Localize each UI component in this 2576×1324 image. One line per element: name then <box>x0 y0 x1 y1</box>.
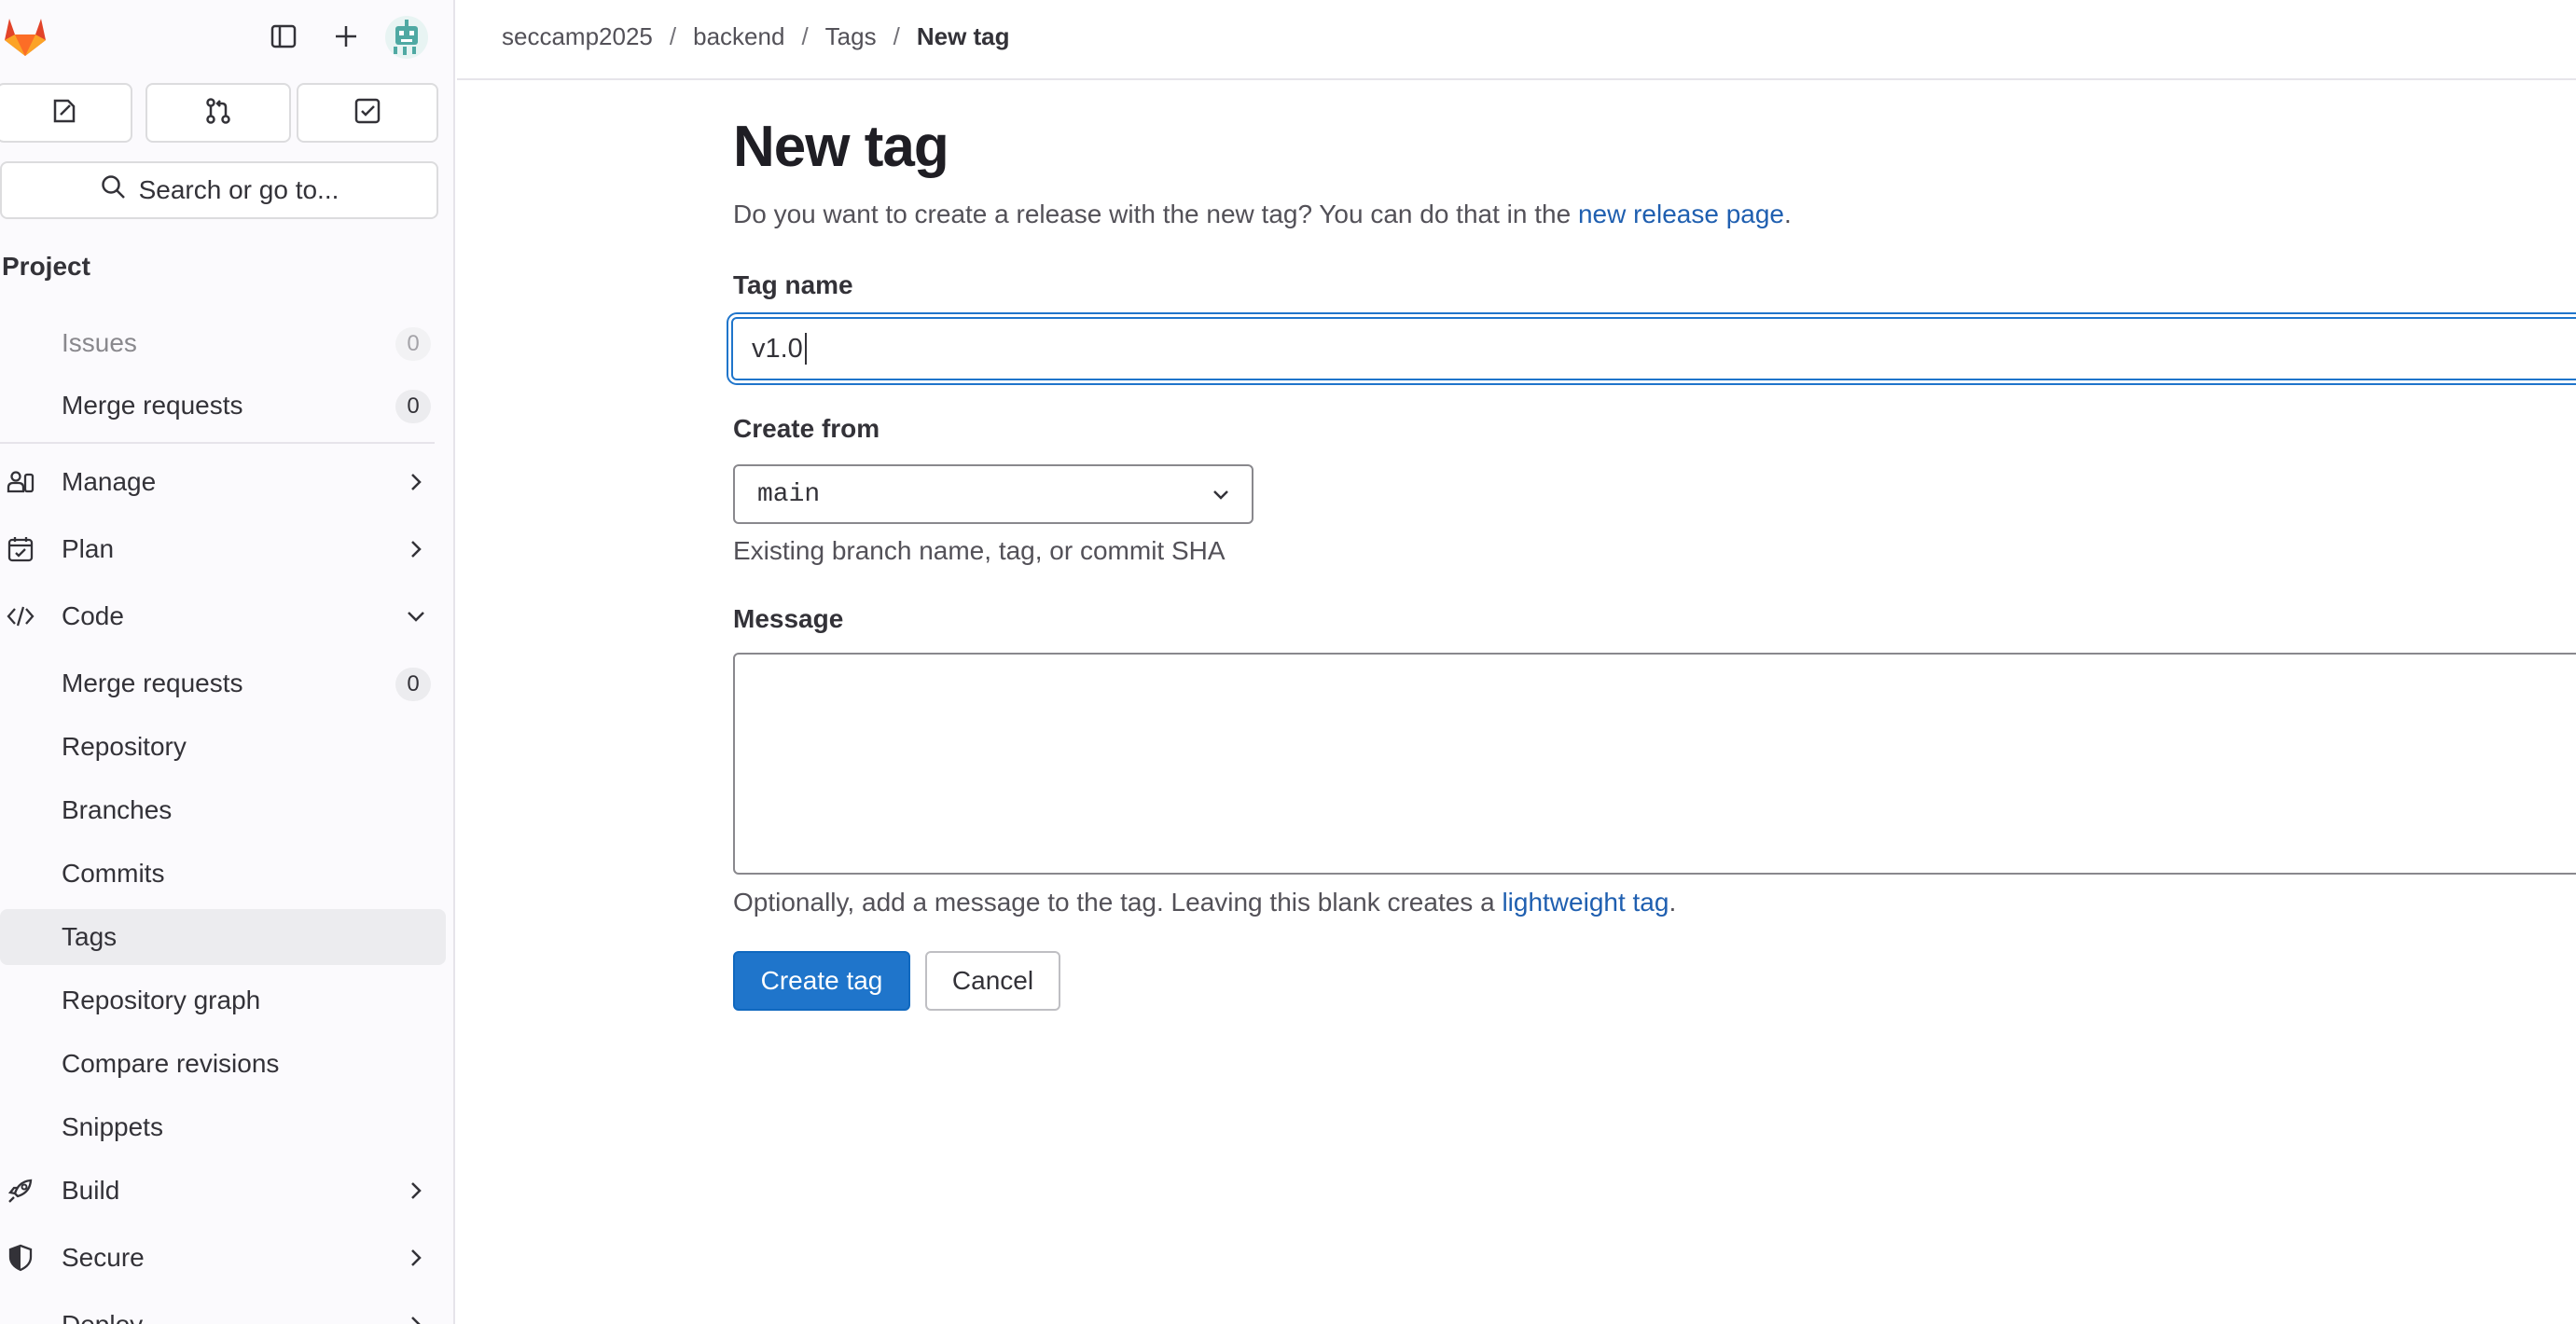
todo-icon <box>353 96 382 131</box>
cancel-button[interactable]: Cancel <box>925 951 1060 1011</box>
breadcrumb-separator: / <box>801 22 809 50</box>
sidebar-item-label: Snippets <box>62 1112 163 1141</box>
message-help-text: Optionally, add a message to the tag. Le… <box>733 888 1503 917</box>
sidebar-item-label: Manage <box>62 467 157 496</box>
sidebar-item-label: Code <box>62 601 124 630</box>
sidebar-item-label: Tags <box>62 922 118 951</box>
chevron-right-icon <box>403 1312 429 1324</box>
page-intro: Do you want to create a release with the… <box>733 200 1792 229</box>
breadcrumb-current[interactable]: New tag <box>917 22 1010 51</box>
merge-requests-button[interactable] <box>145 83 291 143</box>
breadcrumb-project[interactable]: backend <box>693 22 784 51</box>
sidebar-item-snippets[interactable]: Snippets <box>0 1099 446 1155</box>
chevron-right-icon <box>403 469 429 495</box>
sidebar-item-label: Merge requests <box>62 391 243 420</box>
breadcrumb-group[interactable]: seccamp2025 <box>502 22 653 51</box>
create-from-value: main <box>757 479 821 509</box>
sidebar-item-manage[interactable]: Manage <box>0 454 446 510</box>
message-help-end: . <box>1669 888 1677 917</box>
sidebar-item-build[interactable]: Build <box>0 1163 446 1219</box>
page-title: New tag <box>733 115 949 179</box>
chevron-right-icon <box>403 536 429 562</box>
sidebar-item-plan[interactable]: Plan <box>0 521 446 577</box>
todo-button[interactable] <box>297 83 438 143</box>
breadcrumb-separator: / <box>893 22 900 50</box>
top-bar: seccamp2025 / backend / Tags / New tag <box>457 0 2576 80</box>
sidebar-item-branches[interactable]: Branches <box>0 782 446 838</box>
sidebar-item-label: Branches <box>62 795 173 824</box>
search-button-label: Search or go to... <box>138 175 339 204</box>
tag-name-value: v1.0 <box>752 333 803 364</box>
sidebar-item-tags[interactable]: Tags <box>0 909 446 965</box>
merge-requests-count-badge: 0 <box>395 390 431 423</box>
users-icon <box>6 467 35 497</box>
rocket-icon <box>6 1176 35 1206</box>
issues-icon <box>49 96 79 131</box>
sidebar-item-secure[interactable]: Secure <box>0 1230 446 1286</box>
breadcrumb-tags[interactable]: Tags <box>825 22 877 51</box>
sidebar-item-compare-revisions[interactable]: Compare revisions <box>0 1036 446 1092</box>
sidebar-item-code[interactable]: Code <box>0 588 446 644</box>
plus-icon[interactable] <box>327 18 365 55</box>
sidebar-item-merge-requests[interactable]: Merge requests 0 <box>0 378 446 434</box>
sidebar-item-label: Repository graph <box>62 986 261 1014</box>
chevron-down-icon <box>1209 483 1233 507</box>
sidebar-item-commits[interactable]: Commits <box>0 846 446 902</box>
sidebar-item-label: Plan <box>62 534 115 563</box>
sidebar-section-title: Project <box>2 252 90 281</box>
chevron-down-icon <box>403 603 429 629</box>
sidebar-quick-buttons <box>0 83 453 145</box>
code-merge-requests-count-badge: 0 <box>395 668 431 701</box>
chevron-right-icon <box>403 1245 429 1271</box>
sidebar-item-label: Repository <box>62 732 187 761</box>
sidebar-divider <box>0 442 435 444</box>
sidebar-item-deploy[interactable]: Deploy <box>0 1297 446 1324</box>
text-caret <box>804 333 807 365</box>
tag-name-input[interactable]: v1.0 <box>731 317 2576 380</box>
sidebar-header <box>0 0 453 75</box>
sidebar-item-label: Deploy <box>62 1310 143 1324</box>
create-tag-button[interactable]: Create tag <box>733 951 910 1011</box>
sidebar-item-label: Secure <box>62 1243 145 1272</box>
message-textarea[interactable] <box>733 653 2576 875</box>
merge-request-icon <box>203 96 233 131</box>
gitlab-logo-icon[interactable] <box>2 13 48 60</box>
avatar-icon[interactable] <box>384 15 429 60</box>
assigned-issues-button[interactable] <box>0 83 132 143</box>
chevron-right-icon <box>403 1178 429 1204</box>
calendar-icon <box>6 534 35 564</box>
create-from-dropdown[interactable]: main <box>733 464 1253 524</box>
message-help: Optionally, add a message to the tag. Le… <box>733 888 1676 917</box>
search-button[interactable]: Search or go to... <box>0 161 438 219</box>
sidebar-item-repository[interactable]: Repository <box>0 719 446 775</box>
new-release-page-link[interactable]: new release page <box>1578 200 1784 228</box>
create-from-label: Create from <box>733 414 880 443</box>
intro-end: . <box>1784 200 1792 228</box>
search-icon <box>100 173 128 208</box>
intro-text: Do you want to create a release with the… <box>733 200 1578 228</box>
sidebar-item-label: Commits <box>62 859 165 888</box>
sidebar-item-repository-graph[interactable]: Repository graph <box>0 972 446 1028</box>
breadcrumb-separator: / <box>669 22 677 50</box>
shield-icon <box>6 1243 35 1273</box>
sidebar-toggle-icon[interactable] <box>265 18 302 55</box>
sidebar: Search or go to... Project Issues 0 Merg… <box>0 0 455 1324</box>
sidebar-item-label: Issues <box>62 328 137 357</box>
sidebar-item-label: Merge requests <box>62 669 243 697</box>
sidebar-item-code-merge-requests[interactable]: Merge requests 0 <box>0 655 446 711</box>
sidebar-item-label: Build <box>62 1176 120 1205</box>
message-label: Message <box>733 604 844 633</box>
lightweight-tag-link[interactable]: lightweight tag <box>1502 888 1669 917</box>
sidebar-item-issues[interactable]: Issues 0 <box>0 315 446 371</box>
issues-count-badge: 0 <box>395 327 431 361</box>
sidebar-item-label: Compare revisions <box>62 1049 280 1078</box>
tag-name-label: Tag name <box>733 270 853 299</box>
breadcrumb: seccamp2025 / backend / Tags / New tag <box>502 22 1010 51</box>
code-icon <box>6 601 35 631</box>
create-from-help: Existing branch name, tag, or commit SHA <box>733 536 1226 565</box>
